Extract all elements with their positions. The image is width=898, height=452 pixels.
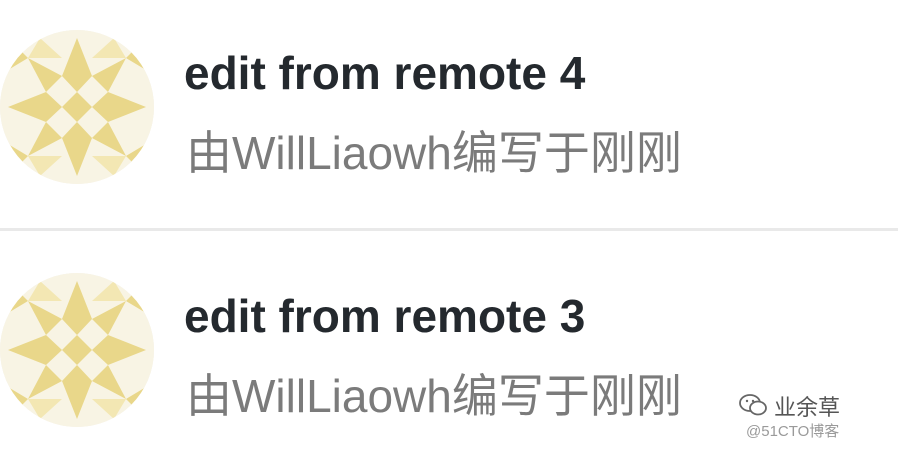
avatar[interactable]	[0, 273, 154, 427]
divider	[0, 228, 898, 231]
commit-title[interactable]: edit from remote 4	[184, 46, 585, 100]
watermark-subtitle: @51CTO博客	[746, 423, 840, 440]
wechat-icon	[739, 394, 767, 416]
identicon-icon	[0, 273, 154, 427]
identicon-icon	[0, 30, 154, 184]
commit-item[interactable]: edit from remote 4 由WillLiaowh编写于刚刚	[0, 20, 898, 220]
avatar[interactable]	[0, 30, 154, 184]
commit-meta: 由WillLiaowh编写于刚刚	[186, 127, 682, 179]
watermark: 业余草 @51CTO博客	[738, 392, 888, 446]
commit-meta: 由WillLiaowh编写于刚刚	[186, 370, 682, 422]
commit-list: edit from remote 4 由WillLiaowh编写于刚刚 edit…	[0, 0, 898, 452]
commit-title[interactable]: edit from remote 3	[184, 289, 585, 343]
watermark-title: 业余草	[774, 395, 841, 420]
